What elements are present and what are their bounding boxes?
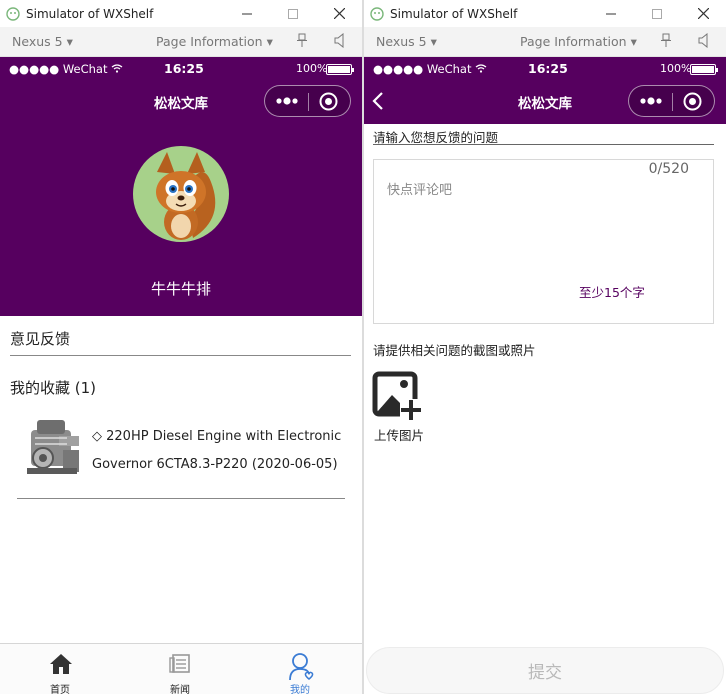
news-icon bbox=[169, 654, 190, 673]
min-length-hint: 至少15个字 bbox=[579, 285, 645, 300]
battery-icon bbox=[326, 64, 354, 75]
feedback-textarea[interactable]: 0/520 快点评论吧 至少15个字 bbox=[373, 159, 714, 324]
menu-capsule bbox=[628, 85, 715, 117]
tab-mine[interactable]: 我的 bbox=[240, 644, 360, 694]
wxshelf-app-icon bbox=[6, 6, 20, 21]
profile-header: 牛牛牛排 bbox=[0, 124, 362, 316]
minimize-button[interactable] bbox=[224, 0, 270, 27]
tab-home-label: 首页 bbox=[50, 685, 70, 694]
battery-icon bbox=[690, 64, 718, 75]
phone-status-bar: ●●●●● WeChat 16:25 100% bbox=[364, 57, 726, 81]
status-time: 16:25 bbox=[528, 61, 568, 76]
page-info-label: Page Information bbox=[520, 34, 627, 49]
carrier-text: ●●●●● WeChat bbox=[9, 62, 108, 76]
carrier-signal: ●●●●● WeChat bbox=[373, 62, 487, 76]
minimize-icon bbox=[242, 13, 252, 14]
pin-icon[interactable] bbox=[296, 33, 308, 48]
wifi-icon bbox=[111, 64, 123, 73]
page-info-label: Page Information bbox=[156, 34, 263, 49]
add-image-icon[interactable] bbox=[372, 371, 422, 421]
avatar[interactable] bbox=[133, 146, 229, 242]
home-icon bbox=[50, 654, 72, 674]
char-counter: 0/520 bbox=[648, 161, 689, 177]
tab-mine-label: 我的 bbox=[290, 685, 310, 694]
capsule-divider bbox=[308, 93, 309, 111]
close-icon bbox=[333, 8, 345, 19]
bottom-tab-bar: 首页 新闻 我的 bbox=[0, 643, 362, 694]
device-select-label: Nexus 5 bbox=[376, 34, 427, 49]
more-dots-icon[interactable] bbox=[275, 95, 299, 107]
pin-icon[interactable] bbox=[660, 33, 672, 48]
battery-percent: 100% bbox=[296, 62, 328, 75]
speaker-icon[interactable] bbox=[333, 33, 347, 48]
close-button[interactable] bbox=[680, 0, 726, 27]
user-icon bbox=[289, 653, 314, 681]
close-icon bbox=[697, 8, 709, 19]
carrier-signal: ●●●●● WeChat bbox=[9, 62, 123, 76]
phone-status-bar: ●●●●● WeChat 16:25 100% bbox=[0, 57, 362, 81]
favorite-title-line1[interactable]: ◇ 220HP Diesel Engine with Electronic bbox=[92, 429, 341, 444]
feedback-divider bbox=[10, 355, 351, 356]
carrier-text: ●●●●● WeChat bbox=[373, 62, 472, 76]
mini-program-navbar: 松松文库 bbox=[0, 81, 362, 124]
minimize-button[interactable] bbox=[588, 0, 634, 27]
simulator-toolbar: Nexus 5 ▾ Page Information ▾ bbox=[0, 27, 362, 57]
favorites-header[interactable]: 我的收藏 (1) bbox=[10, 377, 96, 398]
tab-news[interactable]: 新闻 bbox=[120, 644, 240, 694]
battery-percent: 100% bbox=[660, 62, 692, 75]
close-button[interactable] bbox=[316, 0, 362, 27]
device-select[interactable]: Nexus 5 ▾ bbox=[376, 34, 437, 49]
favorite-divider bbox=[17, 498, 345, 499]
minimize-icon bbox=[606, 13, 616, 14]
maximize-icon bbox=[288, 8, 298, 19]
more-dots-icon[interactable] bbox=[639, 95, 663, 107]
submit-button[interactable]: 提交 bbox=[366, 647, 724, 694]
question-divider bbox=[373, 144, 714, 145]
status-time: 16:25 bbox=[164, 61, 204, 76]
username: 牛牛牛排 bbox=[150, 280, 211, 298]
tab-home[interactable]: 首页 bbox=[0, 644, 120, 694]
target-icon[interactable] bbox=[319, 92, 338, 111]
feedback-menu-item[interactable]: 意见反馈 bbox=[10, 328, 70, 349]
upload-image-label[interactable]: 上传图片 bbox=[374, 425, 424, 444]
mini-program-navbar: 松松文库 bbox=[364, 81, 726, 124]
engine-thumbnail[interactable] bbox=[23, 412, 85, 484]
menu-capsule bbox=[264, 85, 351, 117]
window-title: Simulator of WXShelf bbox=[26, 6, 154, 21]
screenshot-label: 请提供相关问题的截图或照片 bbox=[373, 343, 536, 358]
squirrel-avatar-image bbox=[156, 152, 216, 240]
simulator-window-feedback: Simulator of WXShelf Nexus 5 ▾ Page Info… bbox=[364, 0, 726, 694]
capsule-divider bbox=[672, 93, 673, 111]
textarea-placeholder: 快点评论吧 bbox=[387, 183, 453, 198]
engine-image bbox=[23, 412, 85, 484]
window-titlebar: Simulator of WXShelf bbox=[364, 0, 726, 27]
wifi-icon bbox=[475, 64, 487, 73]
simulator-toolbar: Nexus 5 ▾ Page Information ▾ bbox=[364, 27, 726, 57]
maximize-button[interactable] bbox=[270, 0, 316, 27]
maximize-button[interactable] bbox=[634, 0, 680, 27]
simulator-window-profile: Simulator of WXShelf Nexus 5 ▾ Page Info… bbox=[0, 0, 362, 694]
favorite-title-line2[interactable]: Governor 6CTA8.3-P220 (2020-06-05) bbox=[92, 457, 338, 472]
speaker-icon[interactable] bbox=[697, 33, 711, 48]
window-titlebar: Simulator of WXShelf bbox=[0, 0, 362, 27]
tab-news-label: 新闻 bbox=[170, 685, 190, 694]
device-select[interactable]: Nexus 5 ▾ bbox=[12, 34, 73, 49]
wxshelf-app-icon bbox=[370, 6, 384, 21]
page-info-select[interactable]: Page Information ▾ bbox=[156, 34, 273, 49]
maximize-icon bbox=[652, 8, 662, 19]
page-info-select[interactable]: Page Information ▾ bbox=[520, 34, 637, 49]
window-title: Simulator of WXShelf bbox=[390, 6, 518, 21]
target-icon[interactable] bbox=[683, 92, 702, 111]
device-select-label: Nexus 5 bbox=[12, 34, 63, 49]
